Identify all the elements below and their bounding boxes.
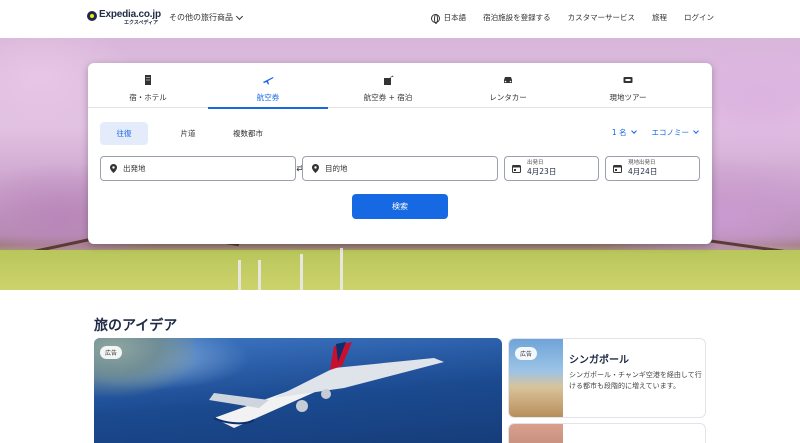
ad-card-flight[interactable]: 広告 (94, 338, 502, 443)
ticket-icon (622, 75, 634, 85)
login-link[interactable]: ログイン (684, 12, 714, 23)
origin-field[interactable]: 出発地 (100, 156, 296, 181)
depart-value: 4月23日 (527, 167, 557, 176)
section-title: 旅のアイデア (94, 318, 178, 334)
other-products-menu[interactable]: その他の旅行商品 (169, 12, 244, 23)
destination-title: シンガポール (569, 355, 629, 366)
trips-link[interactable]: 旅程 (652, 12, 667, 23)
return-label: 現地出発日 (628, 160, 656, 166)
cabin-class-selector[interactable]: エコノミー (652, 127, 699, 138)
return-value: 4月24日 (628, 167, 658, 176)
language-label: 日本語 (443, 13, 467, 22)
destination-placeholder: 目的地 (325, 164, 348, 173)
trip-multi-city[interactable]: 複数都市 (218, 122, 278, 145)
origin-placeholder: 出発地 (123, 164, 146, 173)
logo-text: Expedia.co.jp (99, 9, 161, 20)
hotel-icon (142, 75, 154, 85)
header-nav: 日本語 宿泊施設を登録する カスタマーサービス 旅程 ログイン (430, 12, 714, 24)
depart-label: 出発日 (527, 160, 544, 166)
trip-one-way[interactable]: 片道 (158, 122, 218, 145)
fence-post (258, 260, 261, 290)
expedia-logo[interactable]: Expedia.co.jp エクスペディア (87, 9, 161, 26)
customer-service-link[interactable]: カスタマーサービス (568, 12, 635, 23)
tab-label: 宿・ホテル (129, 93, 167, 102)
other-products-label: その他の旅行商品 (169, 13, 233, 22)
globe-icon (430, 13, 440, 24)
destination-image (509, 424, 563, 443)
trip-type-selector: 往復 片道 複数都市 (100, 122, 278, 145)
ad-card-next[interactable] (508, 423, 706, 443)
chevron-down-icon (693, 128, 699, 134)
return-date-field[interactable]: 現地出発日 4月24日 (605, 156, 700, 181)
location-pin-icon (110, 164, 117, 173)
tab-label: 航空券 (256, 93, 280, 102)
tab-activities[interactable]: 現地ツアー (568, 63, 688, 108)
return-date: 現地出発日 4月24日 (628, 160, 657, 177)
logo-subtext: エクスペディア (124, 20, 159, 26)
airplane-icon (262, 75, 274, 85)
ad-card-singapore[interactable]: 広告 シンガポール シンガポール・チャンギ空港を経由して行ける都市も段階的に増え… (508, 338, 706, 418)
grass-ground (0, 250, 800, 290)
depart-date: 出発日 4月23日 (527, 160, 556, 177)
calendar-icon (512, 164, 521, 173)
fence-post (340, 248, 343, 290)
destination-description: シンガポール・チャンギ空港を経由して行ける都市も段階的に増えています。 (569, 371, 702, 390)
tab-label: 航空券 + 宿泊 (363, 93, 413, 102)
destination-field[interactable]: 目的地 (302, 156, 498, 181)
location-pin-icon (312, 164, 319, 173)
tab-flights[interactable]: 航空券 (208, 63, 328, 109)
chevron-down-icon (630, 128, 637, 134)
chevron-down-icon (235, 12, 244, 20)
flight-hotel-icon (382, 75, 394, 85)
register-property-link[interactable]: 宿泊施設を登録する (483, 12, 551, 23)
tab-hotels[interactable]: 宿・ホテル (88, 63, 208, 108)
fence-post (300, 254, 303, 290)
top-header: Expedia.co.jp エクスペディア その他の旅行商品 日本語 宿泊施設を… (0, 0, 800, 38)
tab-car-rental[interactable]: レンタカー (448, 63, 568, 108)
car-icon (502, 75, 514, 85)
travelers-label: 1 名 (611, 128, 627, 137)
logo-icon (87, 11, 97, 21)
airplane-image (209, 342, 444, 428)
depart-date-field[interactable]: 出発日 4月23日 (504, 156, 599, 181)
fence-post (238, 260, 241, 290)
trip-round-trip[interactable]: 往復 (100, 122, 148, 145)
calendar-icon (613, 164, 622, 173)
tab-label: 現地ツアー (609, 93, 647, 102)
cabin-class-label: エコノミー (651, 128, 690, 137)
tab-label: レンタカー (489, 93, 527, 102)
product-tabs: 宿・ホテル 航空券 航空券 + 宿泊 レンタカー 現地ツアー (88, 63, 712, 109)
search-button[interactable]: 検索 (352, 194, 448, 219)
search-card: 宿・ホテル 航空券 航空券 + 宿泊 レンタカー 現地ツアー 往復 片道 複数都… (88, 63, 712, 244)
travelers-selector[interactable]: 1 名 (611, 127, 637, 138)
tab-flight-hotel[interactable]: 航空券 + 宿泊 (328, 63, 448, 108)
ad-badge: 広告 (515, 347, 538, 360)
language-selector[interactable]: 日本語 (430, 12, 467, 24)
trip-options: 1 名 エコノミー (611, 127, 699, 138)
